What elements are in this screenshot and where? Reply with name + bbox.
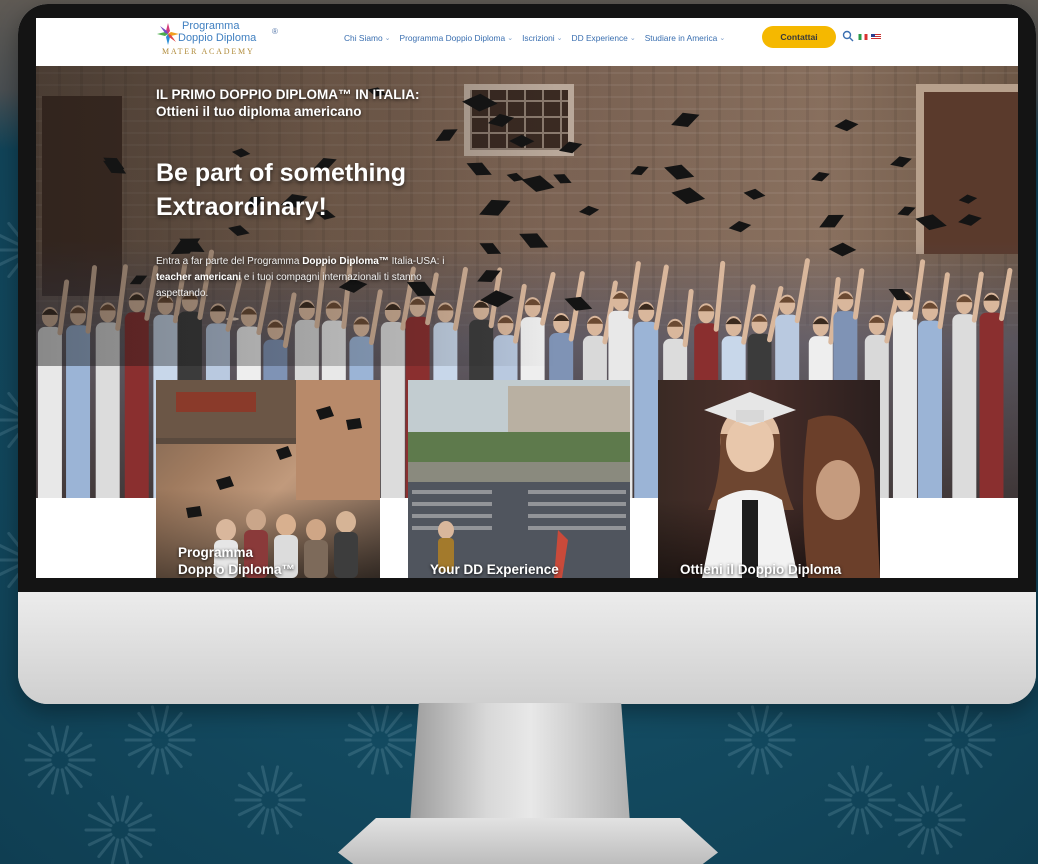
card-title: Programma Doppio Diploma™ (178, 544, 295, 578)
card-photo-graduate-smiling (702, 392, 880, 578)
burst-ornament (344, 705, 416, 775)
nav-item-programma-doppio-diploma[interactable]: Programma Doppio Diploma ⌄ (400, 33, 514, 43)
nav-item-label: Programma Doppio Diploma (399, 33, 506, 43)
graduate-figure (952, 271, 984, 498)
hero-body-bold: teacher americani (156, 272, 242, 283)
logo-text-line2: Doppio Diploma (178, 32, 257, 44)
chevron-down-icon: ⌄ (719, 35, 726, 42)
graduate-figure (918, 272, 950, 498)
card-title-line1: Your DD Experience (430, 562, 559, 577)
site-header: Programma Doppio Diploma ® MATER ACADEMY… (36, 18, 1018, 66)
burst-ornament (24, 725, 96, 795)
hero-body-bold: Doppio Diploma™ (302, 256, 389, 267)
logo-subtitle: MATER ACADEMY (162, 47, 255, 56)
contact-button[interactable]: Contattai (762, 26, 836, 48)
burst-ornament (724, 705, 796, 775)
card-title-line1: Ottieni il Doppio Diploma (680, 562, 842, 577)
graduation-cap (958, 214, 982, 226)
site-logo[interactable]: Programma Doppio Diploma ® MATER ACADEMY (156, 20, 296, 64)
monitor-stand-neck (410, 703, 630, 823)
nav-item-dd-experience[interactable]: DD Experience ⌄ (572, 33, 636, 43)
nav-item-label: DD Experience (571, 33, 628, 43)
monitor-chin (18, 592, 1036, 704)
chevron-down-icon: ⌄ (507, 35, 514, 42)
main-navigation: Chi Siamo ⌄ Programma Doppio Diploma ⌄ I… (344, 31, 725, 45)
graduation-cap (811, 171, 830, 182)
italian-flag-icon[interactable] (858, 34, 868, 40)
hero-body-text: Italia-USA: i (388, 256, 445, 267)
graduation-cap (828, 242, 857, 257)
nav-item-studiare-in-america[interactable]: Studiare in America ⌄ (645, 33, 726, 43)
chevron-down-icon: ⌄ (384, 35, 391, 42)
hero-headline: Be part of something Extraordinary! (156, 156, 476, 224)
logo-star-icon (157, 23, 179, 45)
hero-headline-line2: Extraordinary! (156, 193, 327, 221)
burst-ornament (924, 705, 996, 775)
graduation-cap (819, 214, 844, 228)
hero-kicker-line2: Ottieni il tuo diploma americano (156, 104, 362, 119)
card-title-line1: Programma (178, 545, 254, 560)
nav-item-iscrizioni[interactable]: Iscrizioni ⌄ (522, 33, 562, 43)
logo-registered-mark: ® (272, 27, 278, 36)
graduate-figure (979, 267, 1013, 498)
hero-body-text: Entra a far parte del Programma (156, 256, 303, 267)
card-programma-doppio-diploma[interactable]: Programma Doppio Diploma™ (156, 380, 380, 578)
graduation-cap (671, 112, 700, 128)
hero-kicker: IL PRIMO DOPPIO DIPLOMA™ IN ITALIA: Otti… (156, 86, 516, 120)
nav-item-label: Chi Siamo (344, 33, 383, 43)
hero-headline-line1: Be part of something (156, 159, 407, 187)
graduation-cap (890, 156, 912, 168)
logo-text-line1: Programma (182, 20, 240, 32)
graduation-cap (671, 187, 706, 205)
graduation-cap (578, 205, 600, 216)
graduation-cap (630, 165, 649, 176)
nav-item-chi-siamo[interactable]: Chi Siamo ⌄ (344, 33, 391, 43)
burst-ornament (234, 765, 306, 835)
card-ottieni-il-doppio-diploma[interactable]: Ottieni il Doppio Diploma (658, 380, 880, 578)
burst-ornament (894, 785, 966, 855)
chevron-down-icon: ⌄ (556, 35, 563, 42)
hero-kicker-line1: IL PRIMO DOPPIO DIPLOMA™ IN ITALIA: (156, 87, 420, 102)
graduation-cap (958, 194, 978, 204)
graduation-cap (915, 214, 947, 231)
card-photo-amphitheatre (408, 380, 630, 578)
nav-item-label: Iscrizioni (522, 33, 555, 43)
card-title: Your DD Experience (430, 561, 559, 578)
us-flag-icon[interactable] (871, 34, 881, 40)
graduation-cap (743, 188, 766, 200)
graduation-cap (558, 141, 583, 154)
graduation-cap (728, 220, 752, 233)
graduation-cap (664, 164, 695, 180)
burst-ornament (124, 705, 196, 775)
hero-description: Entra a far parte del Programma Doppio D… (156, 254, 456, 302)
card-your-dd-experience[interactable]: Your DD Experience (408, 380, 630, 578)
graduation-cap (834, 119, 859, 132)
chevron-down-icon: ⌄ (629, 35, 636, 42)
card-title: Ottieni il Doppio Diploma (680, 561, 841, 578)
nav-item-label: Studiare in America (644, 33, 718, 43)
website-screen: Programma Doppio Diploma ® MATER ACADEMY… (36, 18, 1018, 578)
burst-ornament (824, 765, 896, 835)
card-title-line2: Doppio Diploma™ (178, 562, 295, 577)
monitor-stand-base (338, 818, 718, 864)
graduation-cap (897, 206, 916, 216)
burst-ornament (84, 795, 156, 864)
search-icon[interactable] (842, 30, 854, 42)
